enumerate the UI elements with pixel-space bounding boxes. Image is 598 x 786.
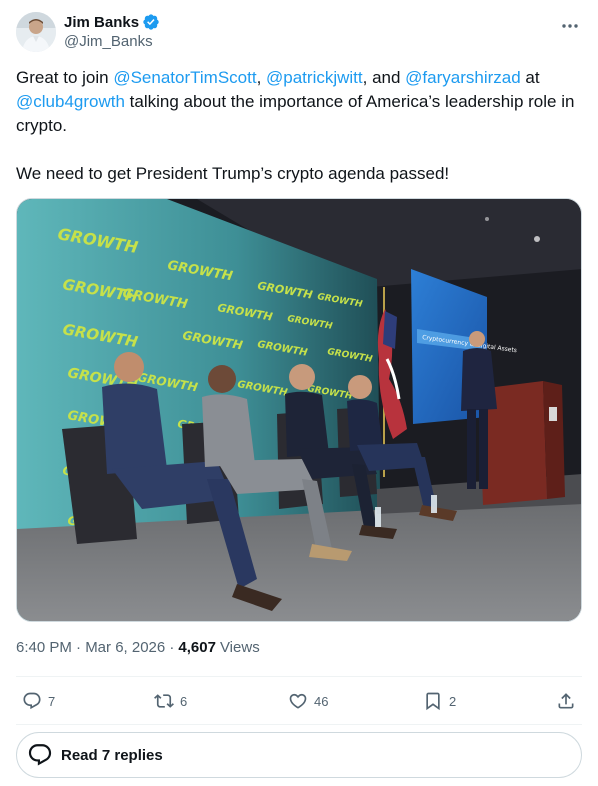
reply-button[interactable]: 7 <box>22 691 55 711</box>
share-button[interactable] <box>556 691 576 711</box>
more-options-icon[interactable] <box>560 16 580 36</box>
tweet-photo[interactable]: GROWTH GROWTH GROWTH GROWTH GROWTH GROWT… <box>16 198 582 622</box>
views-label: Views <box>219 639 260 656</box>
divider-top <box>16 676 582 677</box>
like-button[interactable]: 46 <box>288 691 328 711</box>
text-segment: Great to join <box>16 68 114 87</box>
reply-count: 7 <box>48 693 56 709</box>
repost-button[interactable]: 6 <box>154 691 187 711</box>
verified-badge-icon <box>142 13 160 31</box>
read-replies-button[interactable]: Read 7 replies <box>16 732 582 778</box>
tweet-paragraph-2: We need to get President Trump’s crypto … <box>16 164 450 183</box>
repost-icon <box>154 694 174 708</box>
tweet-meta: 6:40 PM · Mar 6, 2026 · 4,607 Views <box>16 639 260 656</box>
author-names: Jim Banks @Jim_Banks <box>64 12 160 50</box>
photo-illustration: GROWTH GROWTH GROWTH GROWTH GROWTH GROWT… <box>17 199 581 621</box>
bookmark-button[interactable]: 2 <box>423 691 456 711</box>
tweet-timestamp[interactable]: 6:40 PM · Mar 6, 2026 · <box>16 639 174 656</box>
text-segment: at <box>520 68 540 87</box>
tweet-paragraph-1: Great to join @SenatorTimScott, @patrick… <box>16 66 582 138</box>
author-handle[interactable]: @Jim_Banks <box>64 33 160 50</box>
reply-icon <box>23 692 41 710</box>
action-bar: 7 6 46 2 <box>16 678 582 724</box>
mention-senatortimscott[interactable]: @SenatorTimScott <box>113 68 256 87</box>
share-icon <box>558 693 574 709</box>
text-segment: , <box>256 68 267 87</box>
like-count: 46 <box>314 693 329 709</box>
views-count: 4,607 <box>178 639 216 656</box>
tweet-text: Great to join @SenatorTimScott, @patrick… <box>16 66 582 210</box>
tweet-header: Jim Banks @Jim_Banks <box>16 12 582 56</box>
read-replies-label: Read 7 replies <box>61 746 163 764</box>
mention-patrickjwitt[interactable]: @patrickjwitt <box>266 68 363 87</box>
author-name[interactable]: Jim Banks <box>64 14 139 31</box>
heart-icon <box>289 693 307 709</box>
repost-count: 6 <box>180 693 188 709</box>
text-segment: , and <box>362 68 406 87</box>
divider-bottom <box>16 724 582 725</box>
replies-bubble-icon <box>28 744 52 766</box>
bookmark-count: 2 <box>449 693 457 709</box>
mention-club4growth[interactable]: @club4growth <box>16 92 125 111</box>
mention-faryarshirzad[interactable]: @faryarshirzad <box>405 68 521 87</box>
bookmark-icon <box>426 692 440 711</box>
avatar[interactable] <box>16 12 56 52</box>
